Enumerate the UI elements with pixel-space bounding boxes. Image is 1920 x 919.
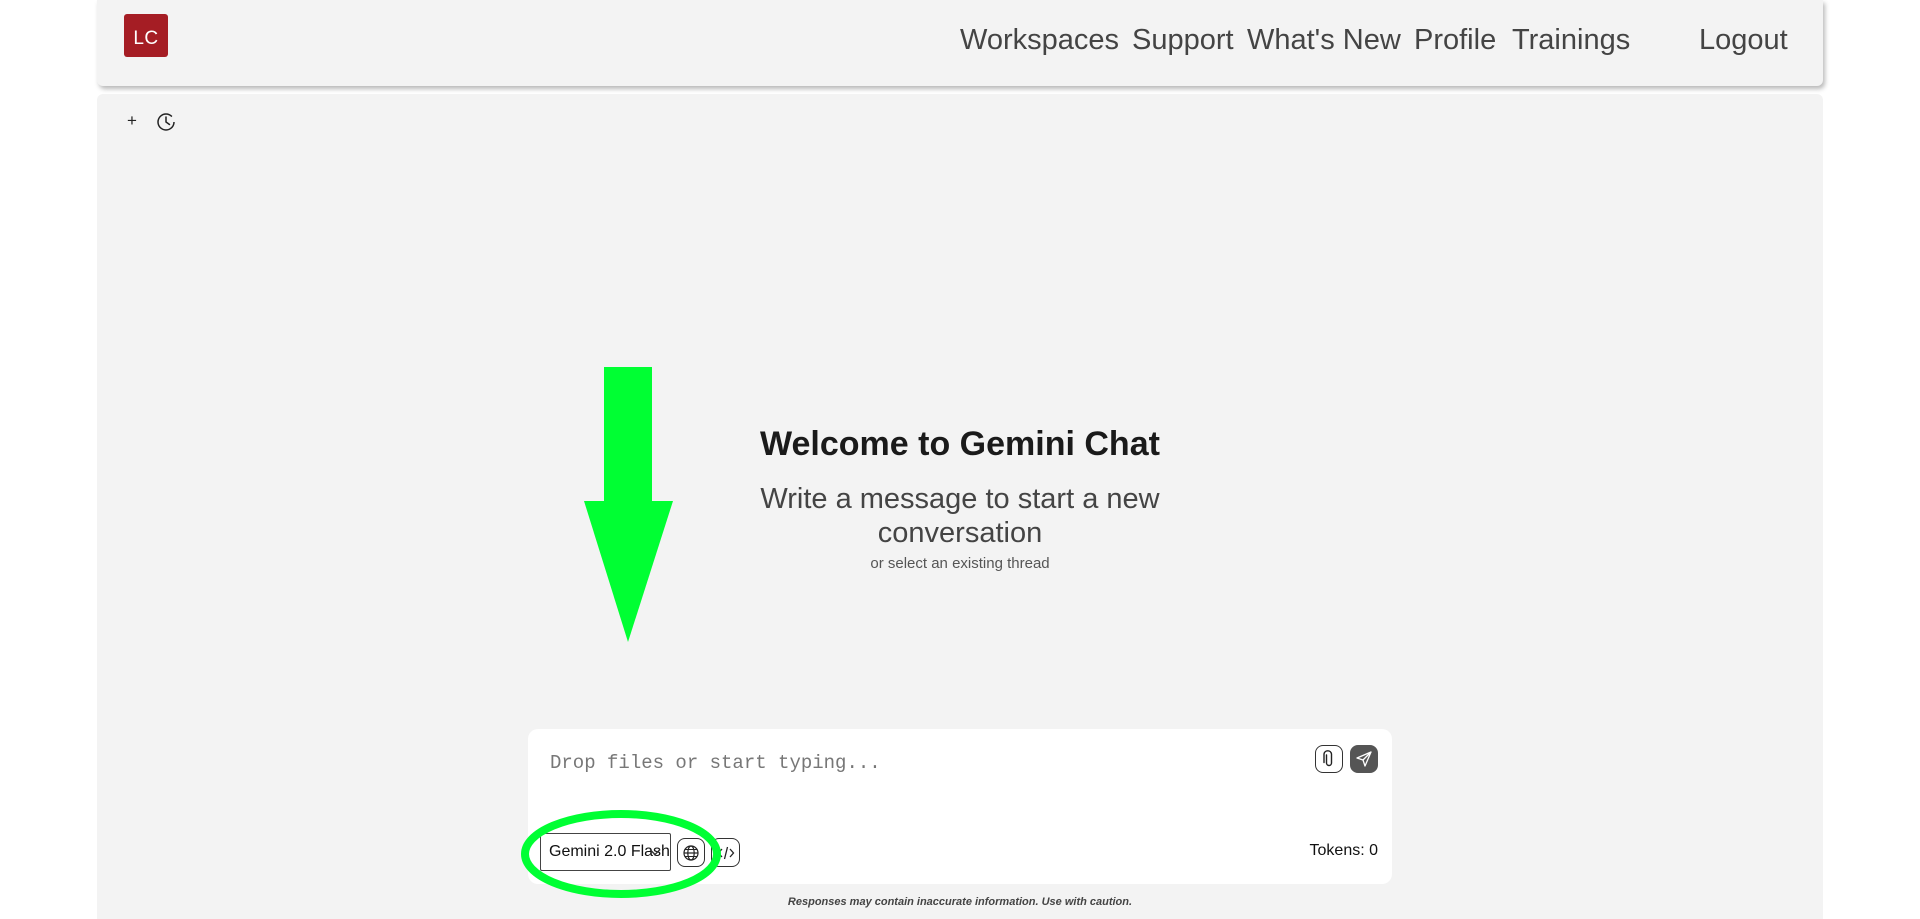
- attach-button[interactable]: [1315, 745, 1343, 773]
- message-input[interactable]: [548, 747, 1312, 779]
- disclaimer-text: Responses may contain inaccurate informa…: [787, 896, 1133, 908]
- new-chat-button[interactable]: +: [123, 111, 141, 131]
- paperclip-icon: [1323, 750, 1333, 767]
- plus-icon: +: [127, 111, 137, 130]
- nav-workspaces-link[interactable]: Workspaces: [960, 24, 1119, 57]
- send-button[interactable]: [1350, 745, 1378, 773]
- code-toggle[interactable]: [711, 838, 740, 867]
- nav-profile-link[interactable]: Profile: [1414, 24, 1496, 57]
- top-navbar: LC Workspaces Support What's New Profile…: [97, 0, 1823, 86]
- welcome-subtitle: Write a message to start a new conversat…: [760, 483, 1160, 549]
- send-icon: [1356, 751, 1372, 767]
- chevron-down-icon: [649, 849, 661, 856]
- welcome-title: Welcome to Gemini Chat: [760, 425, 1160, 463]
- app-logo[interactable]: LC: [124, 14, 168, 57]
- welcome-hint: or select an existing thread: [870, 555, 1050, 572]
- code-icon: [717, 846, 734, 859]
- message-composer: Gemini 2.0 Flash Tokens: 0: [528, 729, 1392, 884]
- nav-support-link[interactable]: Support: [1132, 24, 1234, 57]
- nav-whats-new-link[interactable]: What's New: [1247, 24, 1401, 57]
- web-search-toggle[interactable]: [677, 838, 705, 867]
- globe-icon: [683, 844, 699, 861]
- token-count: Tokens: 0: [1309, 842, 1378, 859]
- clock-history-icon: [157, 113, 175, 131]
- nav-trainings-link[interactable]: Trainings: [1512, 24, 1630, 57]
- nav-logout-link[interactable]: Logout: [1699, 24, 1788, 57]
- model-select[interactable]: Gemini 2.0 Flash: [540, 833, 671, 871]
- history-button[interactable]: [155, 111, 177, 133]
